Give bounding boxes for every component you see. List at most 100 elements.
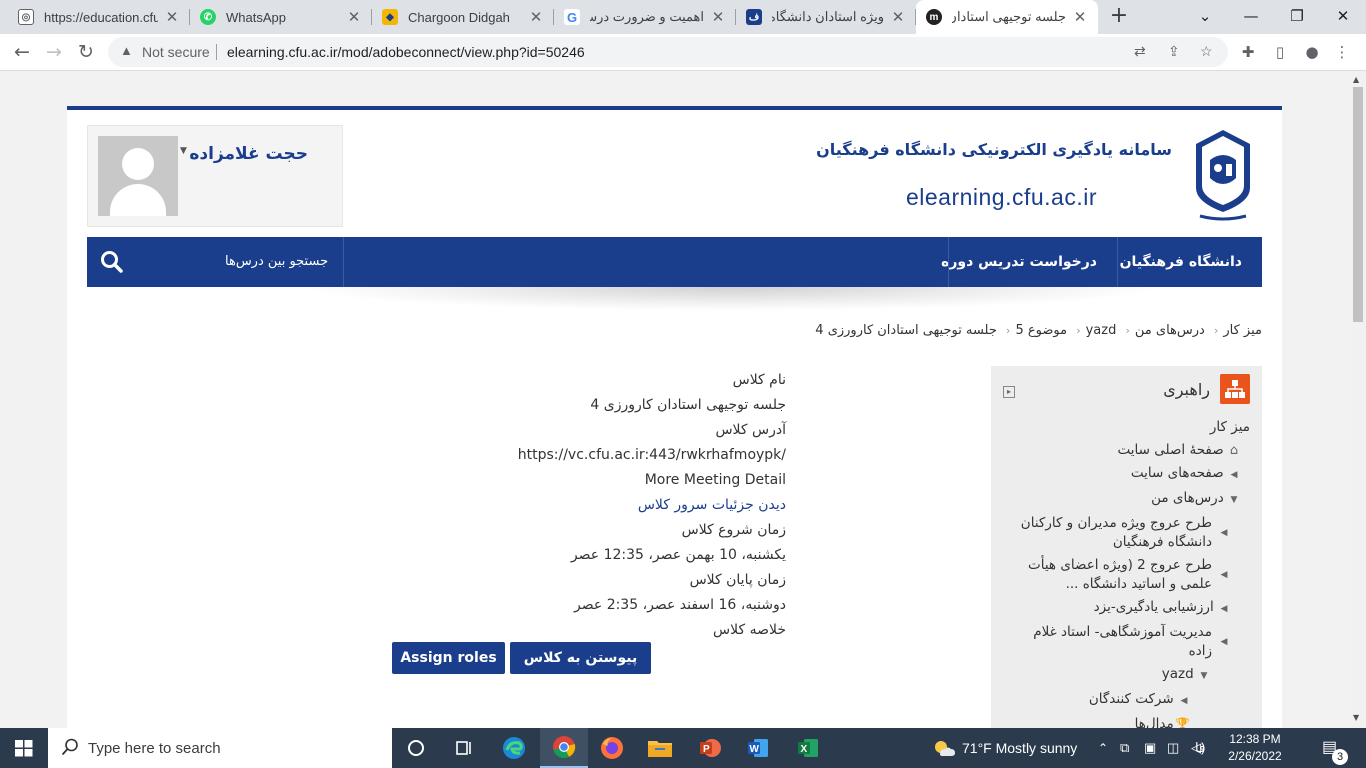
user-name[interactable]: حجت غلامزاده [189, 144, 308, 164]
tree-item-label: درس‌های من [1151, 490, 1224, 506]
new-tab-button[interactable]: + [1106, 4, 1132, 30]
tree-item-home[interactable]: ⌂ صفحهٔ اصلی سایت [1000, 441, 1250, 460]
security-label[interactable]: Not secure [142, 44, 210, 60]
user-profile-box[interactable]: ▼ حجت غلامزاده [87, 125, 343, 227]
close-tab-icon[interactable]: ✕ [890, 8, 906, 26]
edge-icon[interactable] [490, 728, 538, 768]
caret-down-icon[interactable]: ▼ [180, 146, 187, 156]
sitemap-icon [1220, 374, 1250, 404]
course-search-label[interactable]: جستجو بین درس‌ها [225, 237, 328, 287]
nav-item-teaching-request[interactable]: درخواست تدریس دوره [921, 237, 1117, 287]
breadcrumb-separator: ‹ [1006, 324, 1011, 337]
powerpoint-icon[interactable]: P [686, 728, 734, 768]
chrome-icon[interactable] [540, 728, 588, 768]
browser-tab[interactable]: ◎ https://education.cfu.a ✕ [8, 0, 190, 34]
file-explorer-icon[interactable] [636, 728, 684, 768]
cortana-icon[interactable] [392, 728, 440, 768]
breadcrumb-item-dashboard[interactable]: میز کار [1223, 323, 1262, 338]
tree-item-course[interactable]: ◀ مدیریت آموزشگاهی- استاد غلام زاده [1000, 623, 1250, 661]
tree-item-current-course[interactable]: ▼ yazd [1000, 665, 1250, 686]
reload-button[interactable]: ↻ [72, 38, 100, 66]
search-icon[interactable] [99, 249, 125, 275]
collapsed-arrow-icon[interactable]: ◀ [1178, 692, 1190, 711]
collapsed-arrow-icon[interactable]: ◀ [1228, 466, 1240, 485]
dock-block-icon[interactable]: ▸ [1003, 386, 1015, 398]
extensions-icon[interactable]: ✚ [1238, 43, 1258, 61]
weather-icon[interactable] [932, 738, 956, 758]
close-tab-icon[interactable]: ✕ [164, 8, 180, 26]
expanded-arrow-icon[interactable]: ▼ [1198, 667, 1210, 686]
breadcrumb-item-course[interactable]: yazd [1086, 323, 1117, 338]
browser-tab[interactable]: G اهمیت و ضرورت درس ... ✕ [554, 0, 736, 34]
meet-now-icon[interactable]: ▣ [1144, 728, 1156, 768]
server-detail-link[interactable]: دیدن جزئیات سرور کلاس [366, 493, 786, 518]
breadcrumb-item-my-courses[interactable]: درس‌های من [1135, 323, 1205, 338]
bookmark-star-icon[interactable]: ☆ [1200, 43, 1213, 60]
minimize-button[interactable]: — [1228, 0, 1274, 34]
close-tab-icon[interactable]: ✕ [346, 8, 362, 26]
tree-item-course[interactable]: ◀ طرح عروج ویژه مدیران و کارکنان دانشگاه … [1000, 514, 1250, 552]
close-tab-icon[interactable]: ✕ [710, 8, 726, 26]
side-panel-icon[interactable]: ▯ [1270, 43, 1290, 61]
trophy-icon: 🏆 [1175, 717, 1190, 728]
university-logo-icon[interactable] [1190, 126, 1256, 224]
scroll-down-icon[interactable]: ▼ [1353, 713, 1359, 722]
tree-item-site-pages[interactable]: ◀ صفحه‌های سایت [1000, 464, 1250, 485]
address-bar[interactable]: ▲ Not secure elearning.cfu.ac.ir/mod/ado… [108, 37, 1228, 67]
close-window-button[interactable]: ✕ [1320, 0, 1366, 34]
nav-item-university[interactable]: دانشگاه فرهنگیان [1100, 237, 1262, 287]
main-navbar: دانشگاه فرهنگیان درخواست تدریس دوره جستج… [87, 237, 1262, 287]
show-hidden-icons[interactable]: ⌃ [1098, 728, 1108, 768]
warning-icon[interactable]: ▲ [120, 43, 133, 58]
language-indicator[interactable]: فا [1195, 728, 1205, 768]
taskbar-search[interactable]: Type here to search [48, 728, 392, 768]
page-scrollbar[interactable]: ▲ ▼ [1350, 71, 1366, 728]
browser-tab-active[interactable]: m جلسه توجیهی استادان ... ✕ [916, 0, 1098, 34]
collapsed-arrow-icon[interactable]: ◀ [1218, 633, 1230, 652]
join-class-button[interactable]: پیوستن به کلاس [510, 642, 651, 674]
tree-item-badges[interactable]: 🏆 مدال‌ها [1000, 715, 1250, 728]
collapsed-arrow-icon[interactable]: ◀ [1218, 524, 1230, 543]
expanded-arrow-icon[interactable]: ▼ [1228, 491, 1240, 510]
meeting-details: نام کلاس جلسه توجیهی استادان کارورزی 4 آ… [366, 368, 786, 643]
tree-item-participants[interactable]: ◀ شرکت کنندگان [1000, 690, 1250, 711]
profile-icon[interactable]: ● [1302, 43, 1322, 61]
collapsed-arrow-icon[interactable]: ◀ [1218, 566, 1230, 585]
avatar-body [110, 184, 166, 216]
browser-tab[interactable]: ف ویژه استادان دانشگاه ... ✕ [736, 0, 916, 34]
browser-tab[interactable]: ◆ Chargoon Didgah ✕ [372, 0, 554, 34]
translate-icon[interactable]: ⇄ [1134, 43, 1146, 60]
forward-button[interactable]: → [40, 38, 68, 66]
tree-item-course[interactable]: ◀ طرح عروج 2 (ویژه اعضای هیأت علمی و اسات… [1000, 556, 1250, 594]
wifi-icon[interactable]: ◫ [1167, 728, 1179, 768]
avatar[interactable] [98, 136, 178, 216]
browser-tab[interactable]: ✆ WhatsApp ✕ [190, 0, 372, 34]
maximize-button[interactable]: ❐ [1274, 0, 1320, 34]
back-button[interactable]: ← [8, 38, 36, 66]
tree-item-dashboard[interactable]: میز کار [1000, 418, 1250, 437]
share-icon[interactable]: ⇪ [1168, 43, 1180, 60]
tree-item-label: مدیریت آموزشگاهی- استاد غلام زاده [1033, 624, 1212, 659]
windows-start-icon[interactable] [0, 728, 48, 768]
collapsed-arrow-icon[interactable]: ◀ [1218, 600, 1230, 619]
tree-item-course[interactable]: ◀ ارزشیابی یادگیری-یزد [1000, 598, 1250, 619]
task-view-icon[interactable] [440, 728, 488, 768]
menu-icon[interactable]: ⋮ [1332, 43, 1352, 61]
scroll-up-icon[interactable]: ▲ [1353, 75, 1359, 84]
tree-item-my-courses[interactable]: ▼ درس‌های من [1000, 489, 1250, 510]
breadcrumb-item-topic[interactable]: موضوع 5 [1015, 323, 1067, 338]
taskbar-search-placeholder[interactable]: Type here to search [88, 740, 221, 757]
close-tab-icon[interactable]: ✕ [528, 8, 544, 26]
tab-search-icon[interactable]: ⌄ [1182, 0, 1228, 34]
url-text[interactable]: elearning.cfu.ac.ir/mod/adobeconnect/vie… [227, 44, 585, 60]
assign-roles-button[interactable]: Assign roles [392, 642, 505, 674]
scrollbar-thumb[interactable] [1353, 87, 1363, 322]
tree-item-label: yazd [1161, 666, 1194, 682]
weather-text[interactable]: 71°F Mostly sunny [962, 728, 1077, 768]
network-icon[interactable]: ⧉ [1120, 728, 1129, 768]
close-tab-icon[interactable]: ✕ [1072, 8, 1088, 26]
system-clock[interactable]: 12:38 PM 2/26/2022 [1218, 731, 1292, 765]
excel-icon[interactable]: X [784, 728, 832, 768]
word-icon[interactable]: W [734, 728, 782, 768]
firefox-icon[interactable] [588, 728, 636, 768]
